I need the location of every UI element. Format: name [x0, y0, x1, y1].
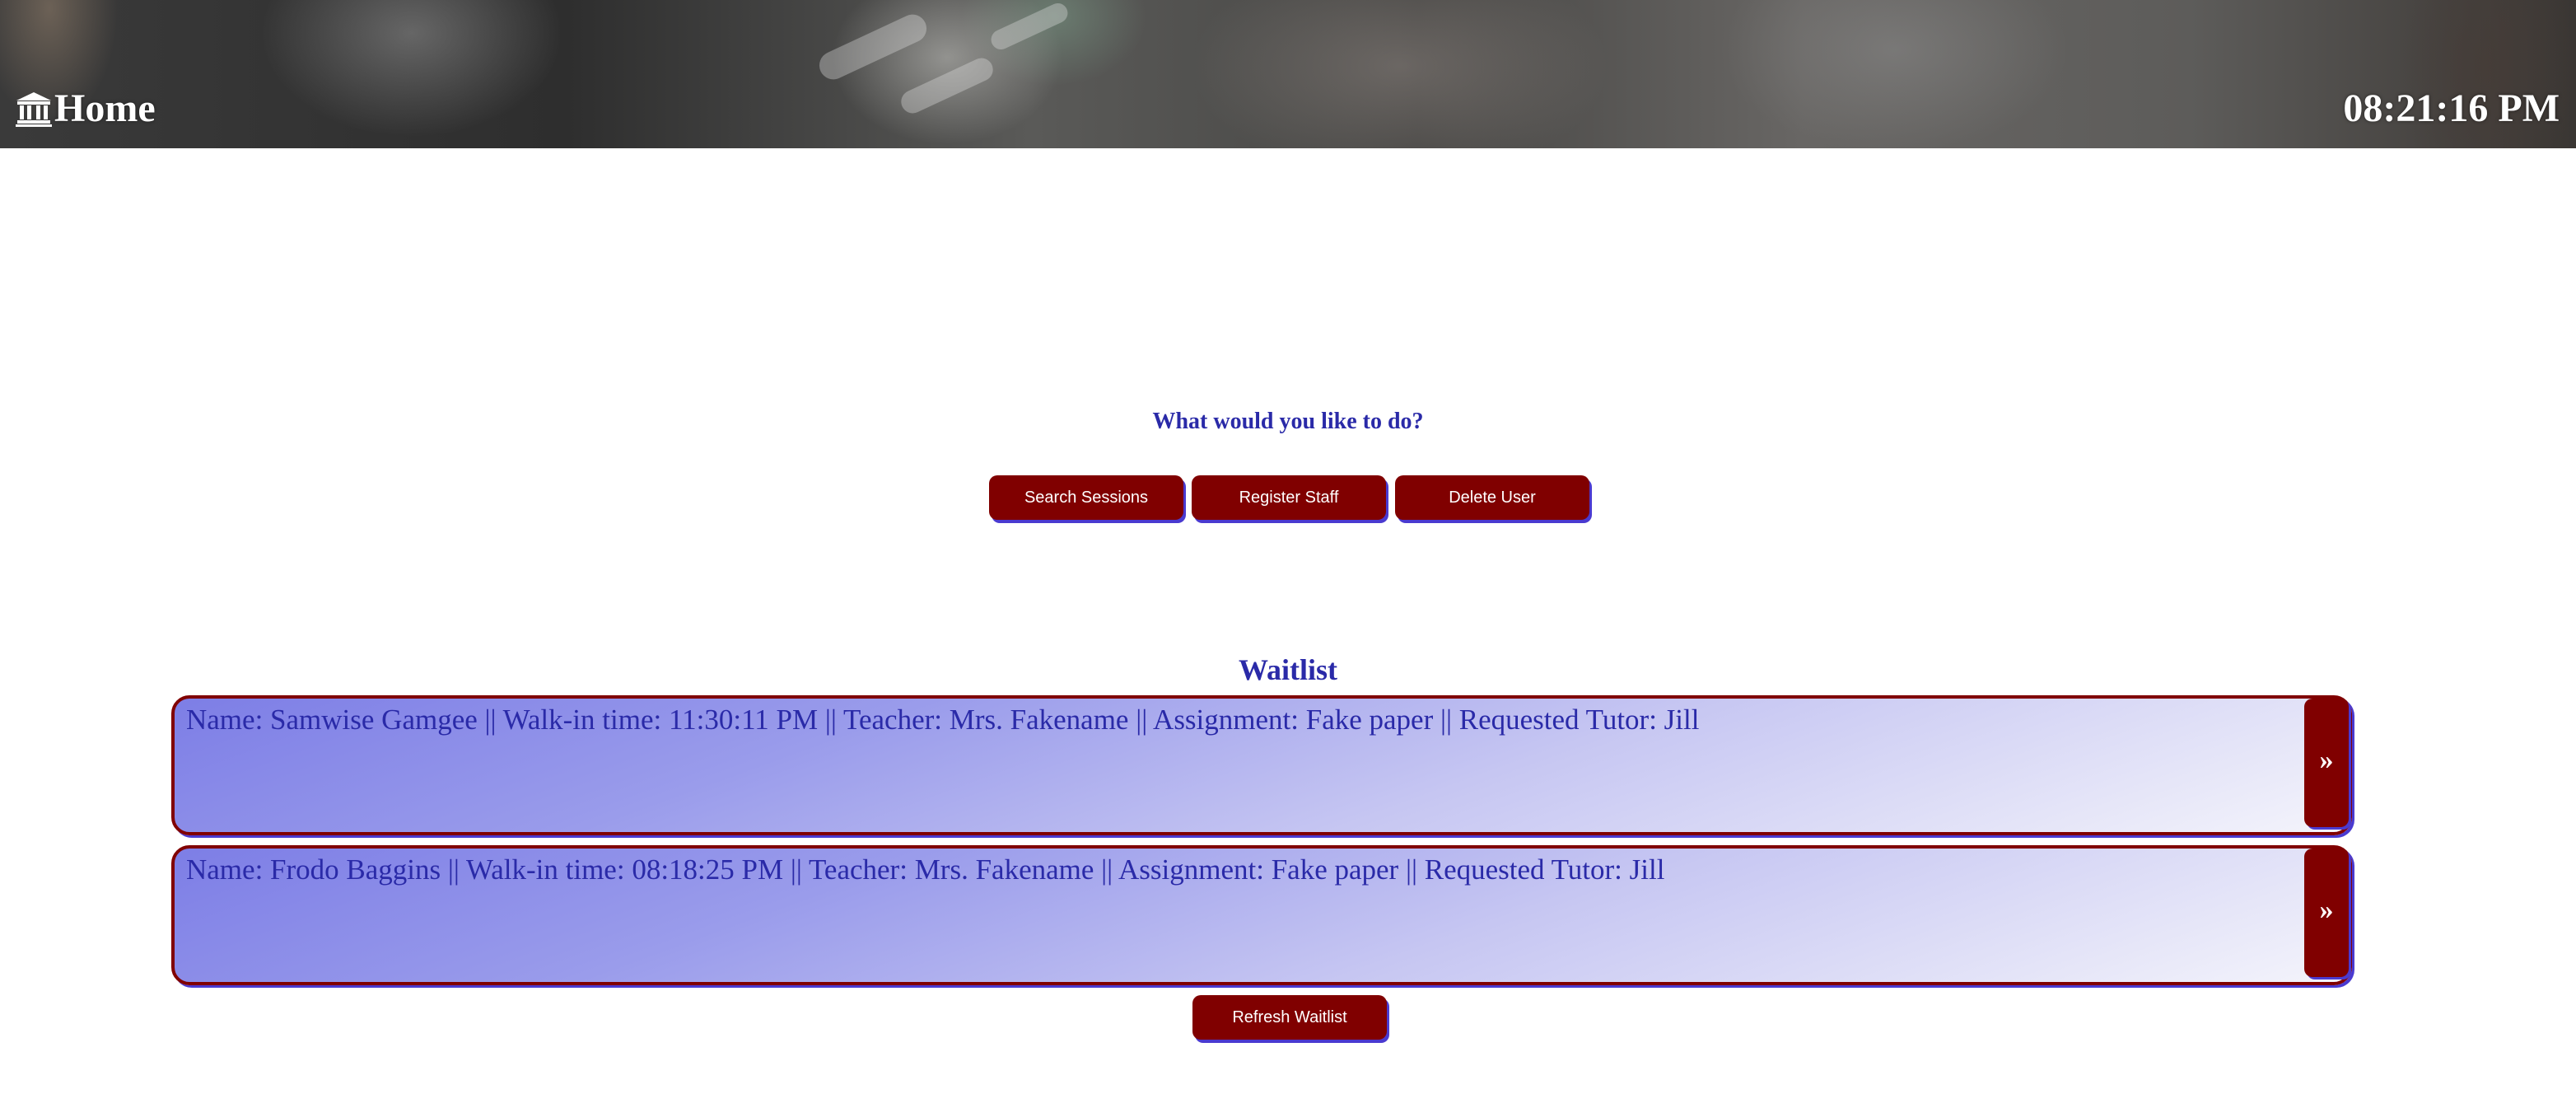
header-banner: Home 08:21:16 PM — [0, 0, 2576, 148]
banner-photo-detail — [987, 0, 1071, 54]
banner-photo-detail — [814, 10, 931, 84]
waitlist-title: Waitlist — [1238, 653, 1337, 686]
search-sessions-button[interactable]: Search Sessions — [989, 475, 1183, 520]
clock-display: 08:21:16 PM — [2343, 86, 2560, 130]
home-link[interactable]: Home — [15, 86, 156, 131]
bank-icon — [15, 90, 54, 128]
open-entry-button[interactable]: » — [2304, 699, 2349, 827]
home-label: Home — [54, 86, 156, 130]
register-staff-button[interactable]: Register Staff — [1192, 475, 1386, 520]
waitlist-entry: Name: Frodo Baggins || Walk-in time: 08:… — [171, 845, 2352, 985]
open-entry-button[interactable]: » — [2304, 849, 2349, 977]
refresh-waitlist-button[interactable]: Refresh Waitlist — [1192, 995, 1387, 1040]
waitlist-entry: Name: Samwise Gamgee || Walk-in time: 11… — [171, 695, 2352, 835]
waitlist-entry-text: Name: Samwise Gamgee || Walk-in time: 11… — [186, 704, 1700, 736]
banner-photo-detail — [897, 54, 997, 118]
delete-user-button[interactable]: Delete User — [1395, 475, 1589, 520]
action-prompt: What would you like to do? — [1152, 409, 1424, 434]
waitlist-entry-text: Name: Frodo Baggins || Walk-in time: 08:… — [186, 853, 1665, 886]
